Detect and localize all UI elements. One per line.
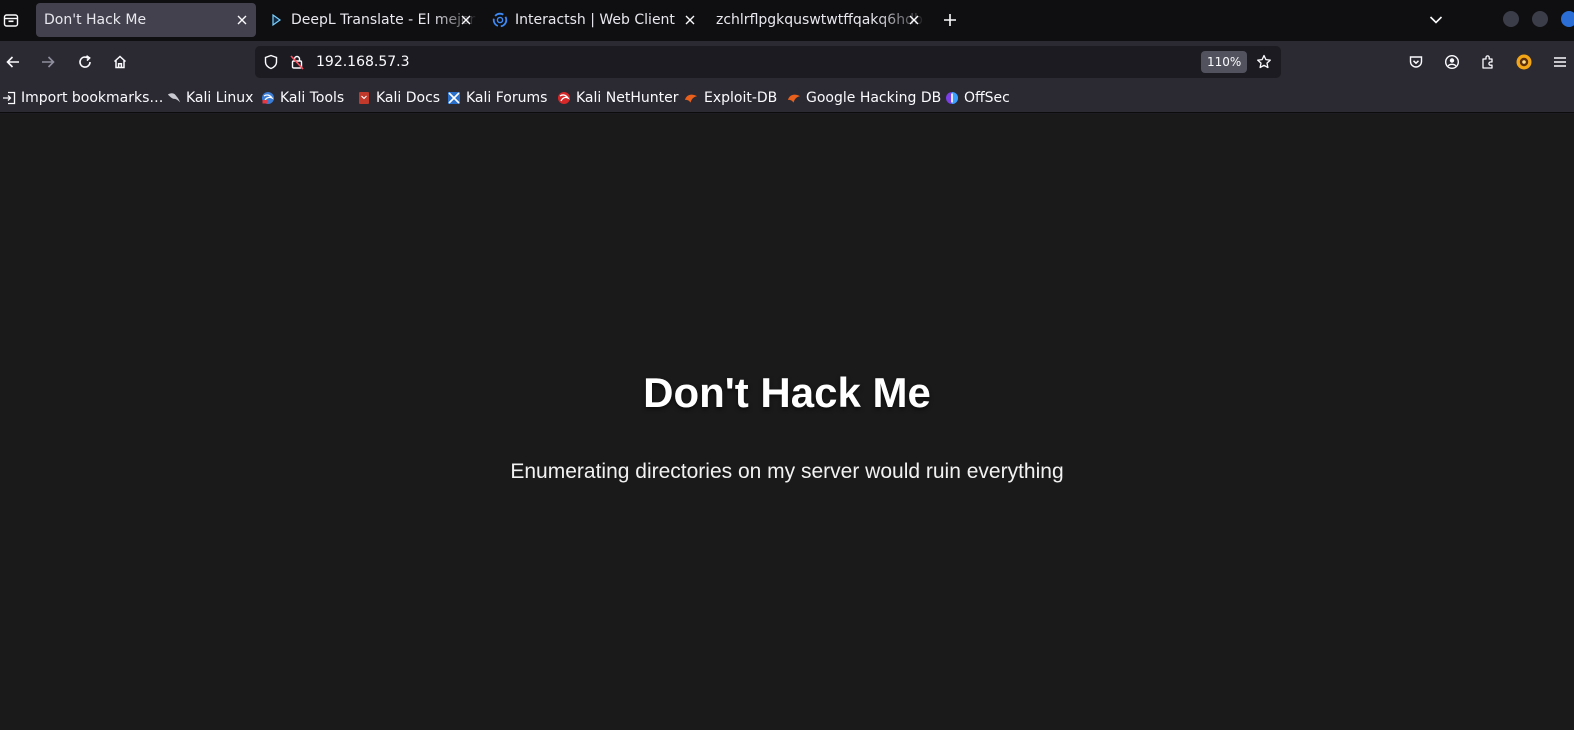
maximize-button[interactable] (1532, 11, 1548, 27)
tab-title: Don't Hack Me (44, 12, 147, 28)
bookmarks-toolbar: Import bookmarks… Kali Linux Kali Tools … (0, 83, 1574, 113)
interactsh-icon (492, 12, 508, 28)
bookmark-kali-tools[interactable]: Kali Tools (261, 88, 344, 108)
back-arrow-icon[interactable] (2, 51, 24, 73)
tab-deepl[interactable]: DeepL Translate - El mejor traductor del… (262, 3, 480, 37)
tab-zchl[interactable]: zchlrflpgkquswtwtffqakq6hdb (710, 3, 928, 37)
offsec-icon (945, 91, 959, 105)
page-heading: Don't Hack Me (643, 369, 931, 416)
exploit-db-icon (684, 91, 698, 105)
kali-docs-icon (357, 91, 371, 105)
account-icon[interactable] (1441, 51, 1463, 73)
bookmark-label: Kali Tools (280, 90, 345, 106)
star-bookmark-icon[interactable] (1255, 53, 1273, 71)
zoom-level-button[interactable]: 110% (1201, 51, 1248, 73)
address-bar[interactable]: 192.168.57.3 110% (255, 46, 1281, 78)
extensions-icon[interactable] (1477, 51, 1499, 73)
kali-dragon-icon (167, 91, 181, 105)
bookmark-kali-nethunter[interactable]: Kali NetHunter (557, 88, 678, 108)
reload-icon[interactable] (74, 51, 96, 73)
page-content: Don't Hack Me Enumerating directories on… (0, 114, 1574, 730)
bookmark-label: Kali NetHunter (576, 90, 679, 106)
close-icon[interactable] (682, 12, 698, 28)
bookmark-label: Kali Forums (466, 90, 548, 106)
bookmark-exploit-db[interactable]: Exploit-DB (684, 88, 777, 108)
bookmark-label: Import bookmarks… (21, 90, 164, 106)
bookmark-label: Kali Docs (376, 90, 441, 106)
extension-badge-icon[interactable] (1513, 51, 1535, 73)
kali-nethunter-icon (557, 91, 571, 105)
bookmark-label: Google Hacking DB (806, 90, 942, 106)
tab-title: zchlrflpgkquswtwtffqakq6hdb (716, 12, 923, 28)
close-icon[interactable] (458, 12, 474, 28)
bookmark-google-hacking-db[interactable]: Google Hacking DB (787, 88, 941, 108)
home-icon[interactable] (109, 51, 131, 73)
tab-title: Interactsh | Web Client (515, 12, 675, 28)
hamburger-menu-icon[interactable] (1549, 51, 1571, 73)
page-subtitle: Enumerating directories on my server wou… (510, 460, 1064, 483)
kali-tools-icon (261, 91, 275, 105)
tab-interactsh[interactable]: Interactsh | Web Client (486, 3, 704, 37)
close-window-button[interactable] (1561, 11, 1574, 27)
tab-title: DeepL Translate - El mejor traductor del… (291, 12, 480, 28)
bookmark-offsec[interactable]: OffSec (945, 88, 1010, 108)
bookmark-label: Kali Linux (186, 90, 254, 106)
tab-dont-hack-me[interactable]: Don't Hack Me (36, 3, 256, 37)
bookmark-import[interactable]: Import bookmarks… (2, 88, 163, 108)
deepl-icon (268, 12, 284, 28)
insecure-lock-icon[interactable] (289, 54, 305, 70)
import-icon (2, 91, 16, 105)
kali-forums-icon (447, 91, 461, 105)
bookmark-kali-docs[interactable]: Kali Docs (357, 88, 440, 108)
pocket-icon[interactable] (1405, 51, 1427, 73)
shield-icon[interactable] (263, 54, 279, 70)
minimize-button[interactable] (1503, 11, 1519, 27)
bookmark-label: Exploit-DB (704, 90, 778, 106)
bookmark-kali-linux[interactable]: Kali Linux (167, 88, 253, 108)
chevron-down-icon[interactable] (1427, 11, 1445, 29)
bookmark-kali-forums[interactable]: Kali Forums (447, 88, 547, 108)
bookmark-label: OffSec (964, 90, 1010, 106)
tab-strip: Don't Hack Me DeepL Translate - El mejor… (0, 0, 1574, 41)
ghdb-icon (787, 91, 801, 105)
navigation-toolbar: 192.168.57.3 110% (0, 41, 1574, 83)
firefox-view-icon[interactable] (0, 8, 22, 32)
forward-arrow-icon[interactable] (37, 51, 59, 73)
url-text[interactable]: 192.168.57.3 (316, 46, 410, 78)
close-icon[interactable] (906, 12, 922, 28)
close-icon[interactable] (234, 12, 250, 28)
new-tab-button[interactable] (940, 10, 960, 30)
